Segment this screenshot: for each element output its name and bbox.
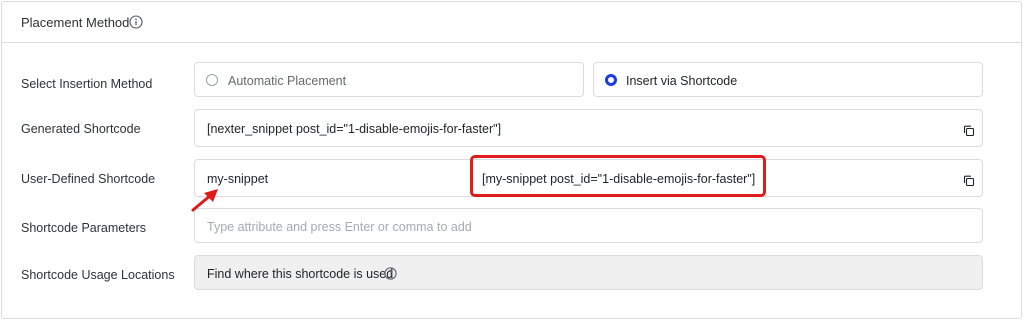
panel-title: Placement Method <box>21 15 130 30</box>
info-circle-icon[interactable] <box>129 15 143 29</box>
shortcode-parameters-label: Shortcode Parameters <box>21 221 147 235</box>
find-usage-label: Find where this shortcode is used <box>207 267 394 281</box>
question-circle-icon[interactable] <box>384 267 397 280</box>
generated-shortcode-field[interactable]: [nexter_snippet post_id="1-disable-emoji… <box>194 109 983 147</box>
shortcode-parameters-placeholder: Type attribute and press Enter or comma … <box>207 220 472 234</box>
panel-header: Placement Method <box>2 2 1021 43</box>
generated-shortcode-value: [nexter_snippet post_id="1-disable-emoji… <box>207 122 502 136</box>
arrow-annotation-icon <box>191 189 218 212</box>
find-usage-button[interactable]: Find where this shortcode is used <box>194 255 983 290</box>
shortcode-parameters-field[interactable]: Type attribute and press Enter or comma … <box>194 208 983 243</box>
user-defined-shortcode-label: User-Defined Shortcode <box>21 172 156 186</box>
generated-shortcode-label: Generated Shortcode <box>21 122 141 136</box>
radio-insert-via-shortcode[interactable] <box>605 74 617 86</box>
shortcode-preview-highlight <box>470 155 766 197</box>
insertion-method-label: Select Insertion Method <box>21 77 153 91</box>
option-insert-via-shortcode[interactable]: Insert via Shortcode <box>593 62 983 97</box>
copy-icon[interactable] <box>963 125 975 137</box>
shortcode-usage-label: Shortcode Usage Locations <box>21 268 175 282</box>
copy-icon[interactable] <box>963 175 975 187</box>
radio-automatic-placement[interactable] <box>206 74 218 86</box>
option-label-shortcode: Insert via Shortcode <box>626 74 738 88</box>
option-automatic-placement[interactable]: Automatic Placement <box>194 62 584 97</box>
option-label-automatic: Automatic Placement <box>228 74 347 88</box>
